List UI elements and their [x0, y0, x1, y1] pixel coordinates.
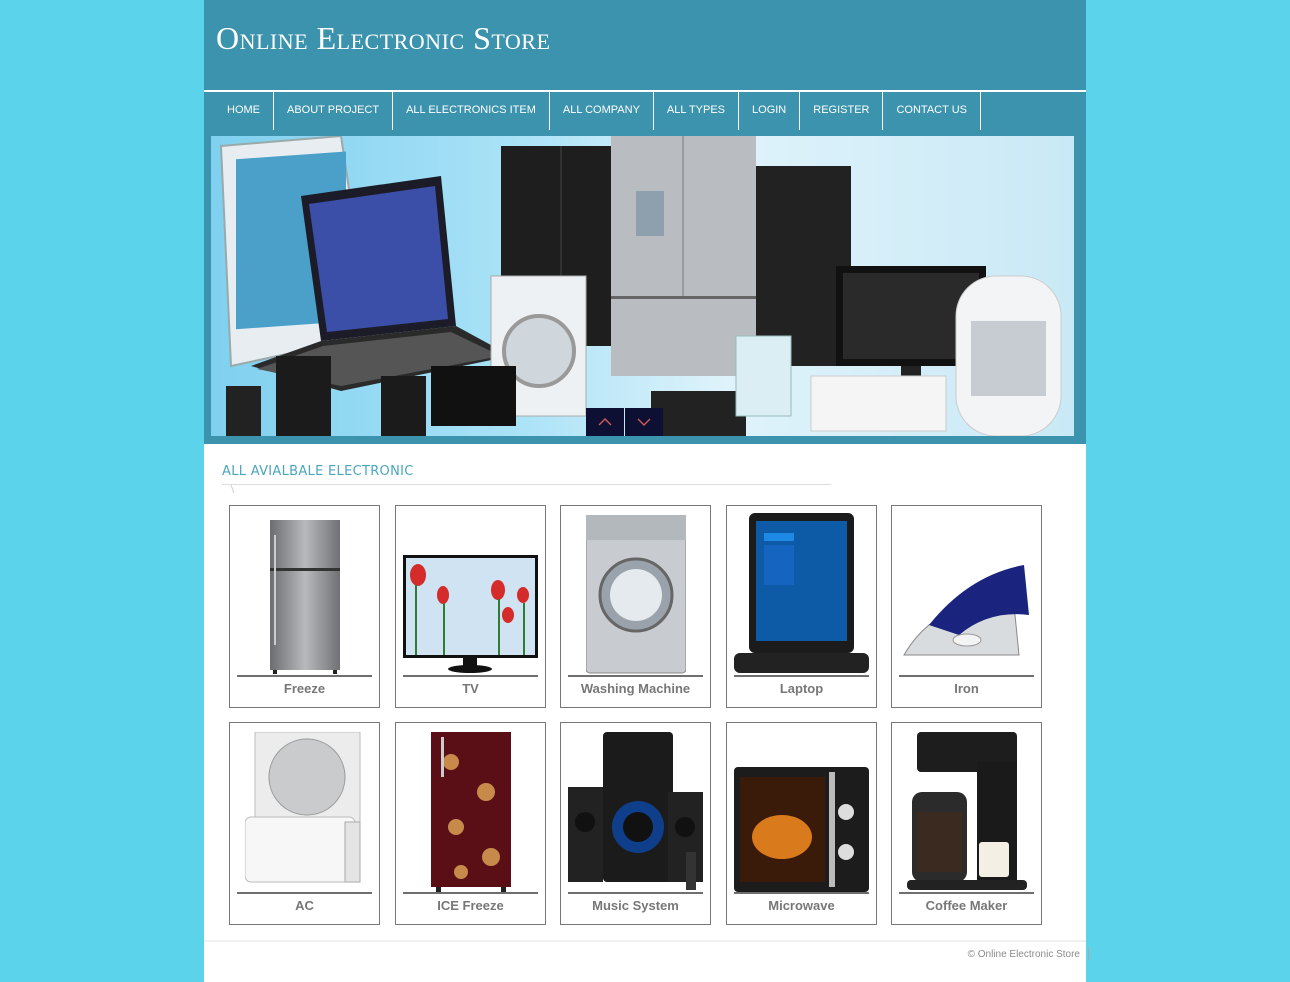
product-divider: [237, 892, 372, 894]
nav-register[interactable]: REGISTER: [800, 92, 884, 130]
product-image[interactable]: [237, 729, 372, 892]
product-divider: [403, 675, 538, 677]
product-divider: [568, 892, 703, 894]
product-name[interactable]: Music System: [561, 898, 710, 913]
banner-slider: [211, 136, 1074, 436]
product-card[interactable]: Iron: [891, 505, 1042, 708]
site-title: Online Electronic Store: [216, 20, 551, 56]
microwave-icon: [734, 767, 869, 892]
product-image[interactable]: [734, 512, 869, 675]
product-divider: [237, 675, 372, 677]
chevron-up-icon: [598, 418, 612, 426]
product-card[interactable]: AC: [229, 722, 380, 925]
nav-all-electronics-item[interactable]: ALL ELECTRONICS ITEM: [393, 92, 550, 130]
chevron-down-icon: [637, 418, 651, 426]
product-card[interactable]: ICE Freeze: [395, 722, 546, 925]
product-image[interactable]: [899, 512, 1034, 675]
single-door-refrigerator-icon: [430, 732, 511, 892]
banner-image: [219, 136, 1062, 436]
mixer-graphic: [735, 335, 792, 417]
refrigerator-icon: [269, 520, 340, 674]
product-divider: [403, 892, 538, 894]
nav-all-types[interactable]: ALL TYPES: [654, 92, 740, 130]
air-cooler-graphic: [955, 275, 1062, 436]
footer-separator: [1088, 947, 1089, 960]
product-name[interactable]: Microwave: [727, 898, 876, 913]
product-card[interactable]: TV: [395, 505, 546, 708]
product-divider: [568, 675, 703, 677]
product-name[interactable]: Laptop: [727, 681, 876, 696]
nav-contact-us[interactable]: CONTACT US: [883, 92, 981, 130]
product-name[interactable]: Iron: [892, 681, 1041, 696]
product-image[interactable]: [568, 729, 703, 892]
washing-machine-icon: [585, 515, 686, 674]
product-name[interactable]: AC: [230, 898, 379, 913]
product-name[interactable]: Freeze: [230, 681, 379, 696]
product-image[interactable]: [734, 729, 869, 892]
nav-all-company[interactable]: ALL COMPANY: [550, 92, 654, 130]
product-name[interactable]: Washing Machine: [561, 681, 710, 696]
slider-prev-button[interactable]: [586, 408, 624, 436]
nav-and-banner: HOME ABOUT PROJECT ALL ELECTRONICS ITEM …: [204, 90, 1086, 444]
product-image[interactable]: [899, 729, 1034, 892]
product-card[interactable]: Laptop: [726, 505, 877, 708]
laptop-icon: [734, 513, 869, 673]
product-divider: [734, 675, 869, 677]
product-divider: [734, 892, 869, 894]
television-icon: [403, 555, 538, 673]
product-card[interactable]: Music System: [560, 722, 711, 925]
divider-notch: [230, 485, 241, 493]
ac-graphic: [810, 375, 947, 432]
nav-login[interactable]: LOGIN: [739, 92, 801, 130]
product-name[interactable]: TV: [396, 681, 545, 696]
slider-next-button[interactable]: [625, 408, 663, 436]
product-image[interactable]: [237, 512, 372, 675]
product-name[interactable]: Coffee Maker: [892, 898, 1041, 913]
air-conditioner-icon: [244, 732, 360, 883]
section-title: ALL AVIALBALE ELECTRONIC: [222, 464, 414, 479]
iron-icon: [903, 565, 1029, 656]
product-divider: [899, 892, 1034, 894]
product-image[interactable]: [568, 512, 703, 675]
nav-about-project[interactable]: ABOUT PROJECT: [274, 92, 394, 130]
product-image[interactable]: [403, 729, 538, 892]
microwave-graphic: [651, 391, 746, 436]
coffee-maker-icon: [906, 732, 1027, 890]
product-card[interactable]: Coffee Maker: [891, 722, 1042, 925]
product-name[interactable]: ICE Freeze: [396, 898, 545, 913]
section-divider: [222, 484, 831, 498]
products-section: ALL AVIALBALE ELECTRONIC: [204, 444, 1086, 498]
product-divider: [899, 675, 1034, 677]
main-nav: HOME ABOUT PROJECT ALL ELECTRONICS ITEM …: [204, 92, 1086, 130]
product-card[interactable]: Microwave: [726, 722, 877, 925]
product-card[interactable]: Freeze: [229, 505, 380, 708]
product-image[interactable]: [403, 512, 538, 675]
nav-home[interactable]: HOME: [214, 92, 274, 130]
site-header: Online Electronic Store: [204, 0, 1086, 90]
speaker-system-icon: [568, 732, 703, 890]
product-card[interactable]: Washing Machine: [560, 505, 711, 708]
